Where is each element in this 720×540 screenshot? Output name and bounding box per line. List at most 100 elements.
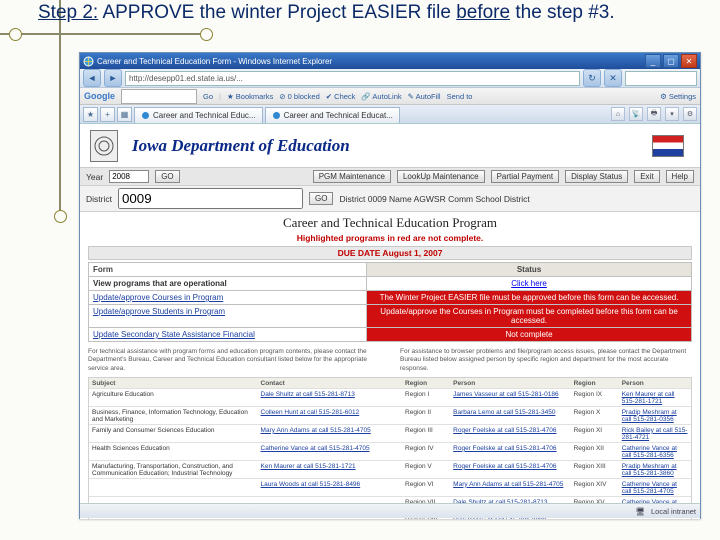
- google-toolbar: Google Go | ★ Bookmarks ⊘ 0 blocked ✔ Ch…: [80, 88, 700, 105]
- send-to-button[interactable]: Send to: [447, 92, 473, 101]
- window-title: Career and Technical Education Form - Wi…: [97, 57, 332, 66]
- exit-button[interactable]: Exit: [634, 170, 659, 183]
- autofill-button[interactable]: ✎ AutoFill: [408, 92, 441, 101]
- help-text-right: For assistance to browser problems and f…: [400, 348, 692, 373]
- contact-row: Manufacturing, Transportation, Construct…: [89, 460, 691, 478]
- form-row-status-red: Not complete: [367, 328, 691, 341]
- page-menu-icon[interactable]: ▾: [665, 107, 679, 121]
- contact-link[interactable]: Catherine Vance at call 515-281-4705: [622, 481, 677, 495]
- google-search-input[interactable]: [121, 89, 197, 104]
- google-logo: Google: [84, 91, 115, 101]
- google-go-button[interactable]: Go: [203, 92, 213, 101]
- contacts-table: SubjectContactRegionPersonRegionPersonAg…: [88, 377, 692, 519]
- contact-row: Laura Woods at call 515-281-8496Region V…: [89, 478, 691, 496]
- settings-button[interactable]: ⚙ Settings: [660, 92, 696, 101]
- decor-circle: [9, 28, 22, 41]
- refresh-button[interactable]: ↻: [583, 69, 601, 87]
- contact-link[interactable]: Barbara Lemo at call 515-281-3450: [453, 409, 555, 416]
- status-bar: 🖥 Local intranet: [80, 503, 700, 518]
- year-input[interactable]: [109, 170, 149, 183]
- contact-link[interactable]: Roger Foelske at call 515-281-4706: [453, 445, 556, 452]
- control-row-2: District GO District 0009 Name AGWSR Com…: [80, 186, 700, 212]
- contact-link[interactable]: James Vasseur at call 515-281-0186: [453, 391, 558, 398]
- update-financial-link[interactable]: Update Secondary State Assistance Financ…: [93, 330, 255, 339]
- title-bar: Career and Technical Education Form - Wi…: [80, 53, 700, 69]
- col-status-header: Status: [367, 263, 691, 276]
- form-row-name: Update/approve Students in Program: [89, 305, 367, 327]
- url-field[interactable]: http://desepp01.ed.state.ia.us/...: [125, 71, 580, 86]
- display-status-button[interactable]: Display Status: [565, 170, 628, 183]
- contact-link[interactable]: Catherine Vance at call 515-281-4705: [261, 445, 370, 452]
- close-button[interactable]: ✕: [681, 54, 697, 68]
- stop-button[interactable]: ✕: [604, 69, 622, 87]
- contact-link[interactable]: Rick Bailey at call 515-281-4721: [622, 427, 688, 441]
- update-courses-link[interactable]: Update/approve Courses in Program: [93, 293, 223, 302]
- minimize-button[interactable]: _: [645, 54, 661, 68]
- contact-link[interactable]: Catherine Vance at call 515-281-6356: [622, 445, 677, 459]
- forward-button[interactable]: ►: [104, 69, 122, 87]
- popup-blocked-button[interactable]: ⊘ 0 blocked: [279, 92, 319, 101]
- browser-window: Career and Technical Education Form - Wi…: [79, 52, 701, 519]
- spell-check-button[interactable]: ✔ Check: [326, 92, 356, 101]
- back-button[interactable]: ◄: [83, 69, 101, 87]
- contact-row: Business, Finance, Information Technolog…: [89, 406, 691, 424]
- browser-tab-1[interactable]: Career and Technical Educ...: [134, 107, 263, 123]
- contact-link[interactable]: Dale Shultz at call 515-281-8713: [261, 391, 355, 398]
- form-row-name: Update Secondary State Assistance Financ…: [89, 328, 367, 341]
- page-header: Iowa Department of Education: [80, 124, 700, 168]
- contact-link[interactable]: Mary Ann Adams at call 515-281-4705: [261, 427, 371, 434]
- form-row-status-red: The Winter Project EASIER file must be a…: [367, 291, 691, 304]
- zone-icon: 🖥: [635, 507, 645, 516]
- click-here-link[interactable]: Click here: [511, 279, 547, 288]
- due-date-banner: DUE DATE August 1, 2007: [88, 246, 692, 260]
- form-row-status: Click here: [367, 277, 691, 290]
- contact-link[interactable]: Ken Maurer at call 515-281-1721: [261, 463, 356, 470]
- contact-row: Family and Consumer Sciences EducationMa…: [89, 424, 691, 442]
- year-label: Year: [86, 172, 103, 182]
- tools-menu-icon[interactable]: ⚙: [683, 107, 697, 121]
- help-button[interactable]: Help: [666, 170, 694, 183]
- update-students-link[interactable]: Update/approve Students in Program: [93, 307, 225, 316]
- home-icon[interactable]: ⌂: [611, 107, 625, 121]
- contact-link[interactable]: Pradip Meshram at call 515-281-3860: [622, 463, 677, 477]
- quick-tabs-icon[interactable]: ▦: [117, 107, 132, 122]
- contact-link[interactable]: Laura Woods at call 515-281-8496: [261, 481, 361, 488]
- decor-circle: [200, 28, 213, 41]
- favorites-icon[interactable]: ★: [83, 107, 98, 122]
- go-button[interactable]: GO: [155, 170, 179, 183]
- lookup-maintenance-button[interactable]: LookUp Maintenance: [397, 170, 485, 183]
- go-button-2[interactable]: GO: [309, 192, 333, 205]
- contact-link[interactable]: Pradip Meshram at call 515-281-0356: [622, 409, 677, 423]
- print-icon[interactable]: 🖶: [647, 107, 661, 121]
- forms-table: Form Status View programs that are opera…: [88, 262, 692, 342]
- partial-payment-button[interactable]: Partial Payment: [491, 170, 559, 183]
- form-row-status-red: Update/approve the Courses in Program mu…: [367, 305, 691, 327]
- browser-tab-2[interactable]: Career and Technical Educat...: [265, 107, 400, 123]
- help-text: For technical assistance with program fo…: [88, 348, 692, 373]
- address-bar: ◄ ► http://desepp01.ed.state.ia.us/... ↻…: [80, 69, 700, 88]
- autolink-button[interactable]: 🔗 AutoLink: [361, 92, 401, 101]
- add-favorite-icon[interactable]: +: [100, 107, 115, 122]
- decor-circle: [54, 210, 67, 223]
- contact-link[interactable]: Ken Maurer at call 515-281-1721: [622, 391, 675, 405]
- contact-link[interactable]: Mary Ann Adams at call 515-281-4705: [453, 481, 563, 488]
- contact-link[interactable]: Roger Foelske at call 515-281-4706: [453, 463, 556, 470]
- decor-ruler-left: [59, 0, 61, 220]
- feeds-icon[interactable]: 📡: [629, 107, 643, 121]
- help-text-left: For technical assistance with program fo…: [88, 348, 380, 373]
- slide-heading: Step 2: APPROVE the winter Project EASIE…: [38, 2, 615, 24]
- search-input[interactable]: [625, 71, 697, 86]
- maximize-button[interactable]: ▢: [663, 54, 679, 68]
- pgm-maintenance-button[interactable]: PGM Maintenance: [313, 170, 391, 183]
- ie-icon: [83, 56, 94, 67]
- district-input[interactable]: [118, 188, 303, 209]
- contact-link[interactable]: Roger Foelske at call 515-281-4706: [453, 427, 556, 434]
- bookmarks-button[interactable]: ★ Bookmarks: [227, 92, 273, 101]
- zone-text: Local intranet: [651, 507, 696, 516]
- district-label: District: [86, 194, 112, 204]
- control-row-1: Year GO PGM Maintenance LookUp Maintenan…: [80, 168, 700, 186]
- contact-link[interactable]: Colleen Hunt at call 515-281-6012: [261, 409, 360, 416]
- contact-row: Health Sciences EducationCatherine Vance…: [89, 442, 691, 460]
- iowa-flag-icon: [652, 135, 684, 157]
- district-description: District 0009 Name AGWSR Comm School Dis…: [339, 194, 529, 204]
